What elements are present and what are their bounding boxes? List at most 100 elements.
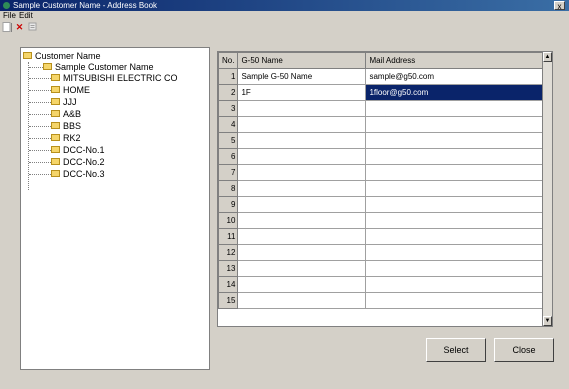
close-window-button[interactable]: x [554,1,565,11]
table-row[interactable]: 12 [218,244,549,261]
row-number-cell: 15 [218,292,239,309]
row-number-cell: 4 [218,116,239,133]
scroll-up-icon[interactable]: ▲ [543,52,552,62]
tree-item-label: BBS [63,121,82,131]
row-number-cell: 8 [218,180,239,197]
table-row[interactable]: 14 [218,276,549,293]
name-cell[interactable] [237,148,367,165]
folder-icon [51,74,60,82]
table-row[interactable]: 6 [218,148,549,165]
tree-item[interactable]: DCC-No.2 [29,157,105,168]
name-cell[interactable] [237,116,367,133]
tree-item[interactable]: A&B [29,109,81,120]
table-row[interactable]: 8 [218,180,549,197]
mail-cell[interactable] [365,212,549,229]
table-row[interactable]: 1 Sample G-50 Name sample@g50.com [218,68,549,85]
row-number-cell: 3 [218,100,239,117]
tree-item[interactable]: Sample Customer Name [29,62,154,73]
mail-cell[interactable] [365,116,549,133]
tree-item[interactable]: BBS [29,121,81,132]
name-cell[interactable]: 1F [237,84,367,101]
table-row[interactable]: 2 1F 1floor@g50.com [218,84,549,101]
menu-bar: File Edit [0,11,569,21]
name-cell[interactable] [237,100,367,117]
name-cell[interactable] [237,164,367,181]
mail-cell[interactable] [365,180,549,197]
tree-item[interactable]: MITSUBISHI ELECTRIC CO [29,73,178,84]
folder-icon [43,63,52,71]
tree-item-label: MITSUBISHI ELECTRIC CO [63,73,178,83]
row-number-cell: 5 [218,132,239,149]
table-row[interactable]: 13 [218,260,549,277]
mail-cell[interactable] [365,260,549,277]
name-cell[interactable] [237,212,367,229]
scroll-down-icon[interactable]: ▼ [543,316,552,326]
name-cell[interactable] [237,244,367,261]
table-header-row: No. G-50 Name Mail Address [218,52,549,69]
toolbar: ✕ [0,21,569,34]
mail-cell[interactable]: sample@g50.com [365,68,549,85]
menu-file[interactable]: File [3,11,16,21]
name-cell[interactable] [237,132,367,149]
table-row[interactable]: 10 [218,212,549,229]
name-cell[interactable]: Sample G-50 Name [237,68,367,85]
mail-cell[interactable] [365,196,549,213]
mail-cell[interactable] [365,228,549,245]
table-row[interactable]: 9 [218,196,549,213]
tree-item-label: DCC-No.1 [63,145,105,155]
customer-tree[interactable]: Customer Name Sample Customer Name MITSU… [20,47,210,370]
table-row[interactable]: 3 [218,100,549,117]
row-number-cell: 2 [218,84,239,101]
table-row[interactable]: 15 [218,292,549,309]
mail-cell[interactable] [365,292,549,309]
name-cell[interactable] [237,260,367,277]
name-cell[interactable] [237,292,367,309]
close-button[interactable]: Close [494,338,554,362]
properties-icon[interactable] [27,22,38,33]
tree-item-label: RK2 [63,133,81,143]
folder-icon [51,98,60,106]
tree-item[interactable]: DCC-No.1 [29,145,105,156]
row-number-cell: 12 [218,244,239,261]
name-cell[interactable] [237,228,367,245]
col-header-no[interactable]: No. [218,52,239,69]
app-icon [3,2,10,9]
mail-cell[interactable] [365,244,549,261]
col-header-mail[interactable]: Mail Address [365,52,549,69]
table-body: 1 Sample G-50 Name sample@g50.com 2 1F 1floor… [218,68,549,309]
tree-root-label: Customer Name [35,51,101,61]
tree-root[interactable]: Customer Name [23,51,101,62]
name-cell[interactable] [237,180,367,197]
table-row[interactable]: 4 [218,116,549,133]
name-cell[interactable] [237,276,367,293]
col-header-name[interactable]: G-50 Name [237,52,367,69]
mail-cell[interactable] [365,164,549,181]
folder-icon [51,86,60,94]
row-number-cell: 1 [218,68,239,85]
tree-item-label: Sample Customer Name [55,62,154,72]
vertical-scrollbar[interactable]: ▲ ▼ [542,52,552,326]
title-bar: Sample Customer Name - Address Book x [0,0,569,11]
tree-item[interactable]: HOME [29,85,90,96]
toolbar-separator [11,23,12,32]
table-row[interactable]: 11 [218,228,549,245]
tree-item[interactable]: RK2 [29,133,81,144]
tree-item[interactable]: JJJ [29,97,77,108]
row-number-cell: 6 [218,148,239,165]
table-row[interactable]: 7 [218,164,549,181]
tree-item[interactable]: DCC-No.3 [29,169,105,180]
menu-edit[interactable]: Edit [19,11,33,21]
mail-cell[interactable] [365,148,549,165]
tree-item-label: HOME [63,85,90,95]
mail-cell[interactable] [365,276,549,293]
delete-x-icon[interactable]: ✕ [14,22,25,33]
tree-item-label: DCC-No.3 [63,169,105,179]
name-cell[interactable] [237,196,367,213]
mail-cell[interactable]: 1floor@g50.com [365,84,549,101]
mail-cell[interactable] [365,100,549,117]
mail-cell[interactable] [365,132,549,149]
select-button[interactable]: Select [426,338,486,362]
folder-icon [51,110,60,118]
address-table: No. G-50 Name Mail Address 1 Sample G-50 … [218,52,549,309]
table-row[interactable]: 5 [218,132,549,149]
